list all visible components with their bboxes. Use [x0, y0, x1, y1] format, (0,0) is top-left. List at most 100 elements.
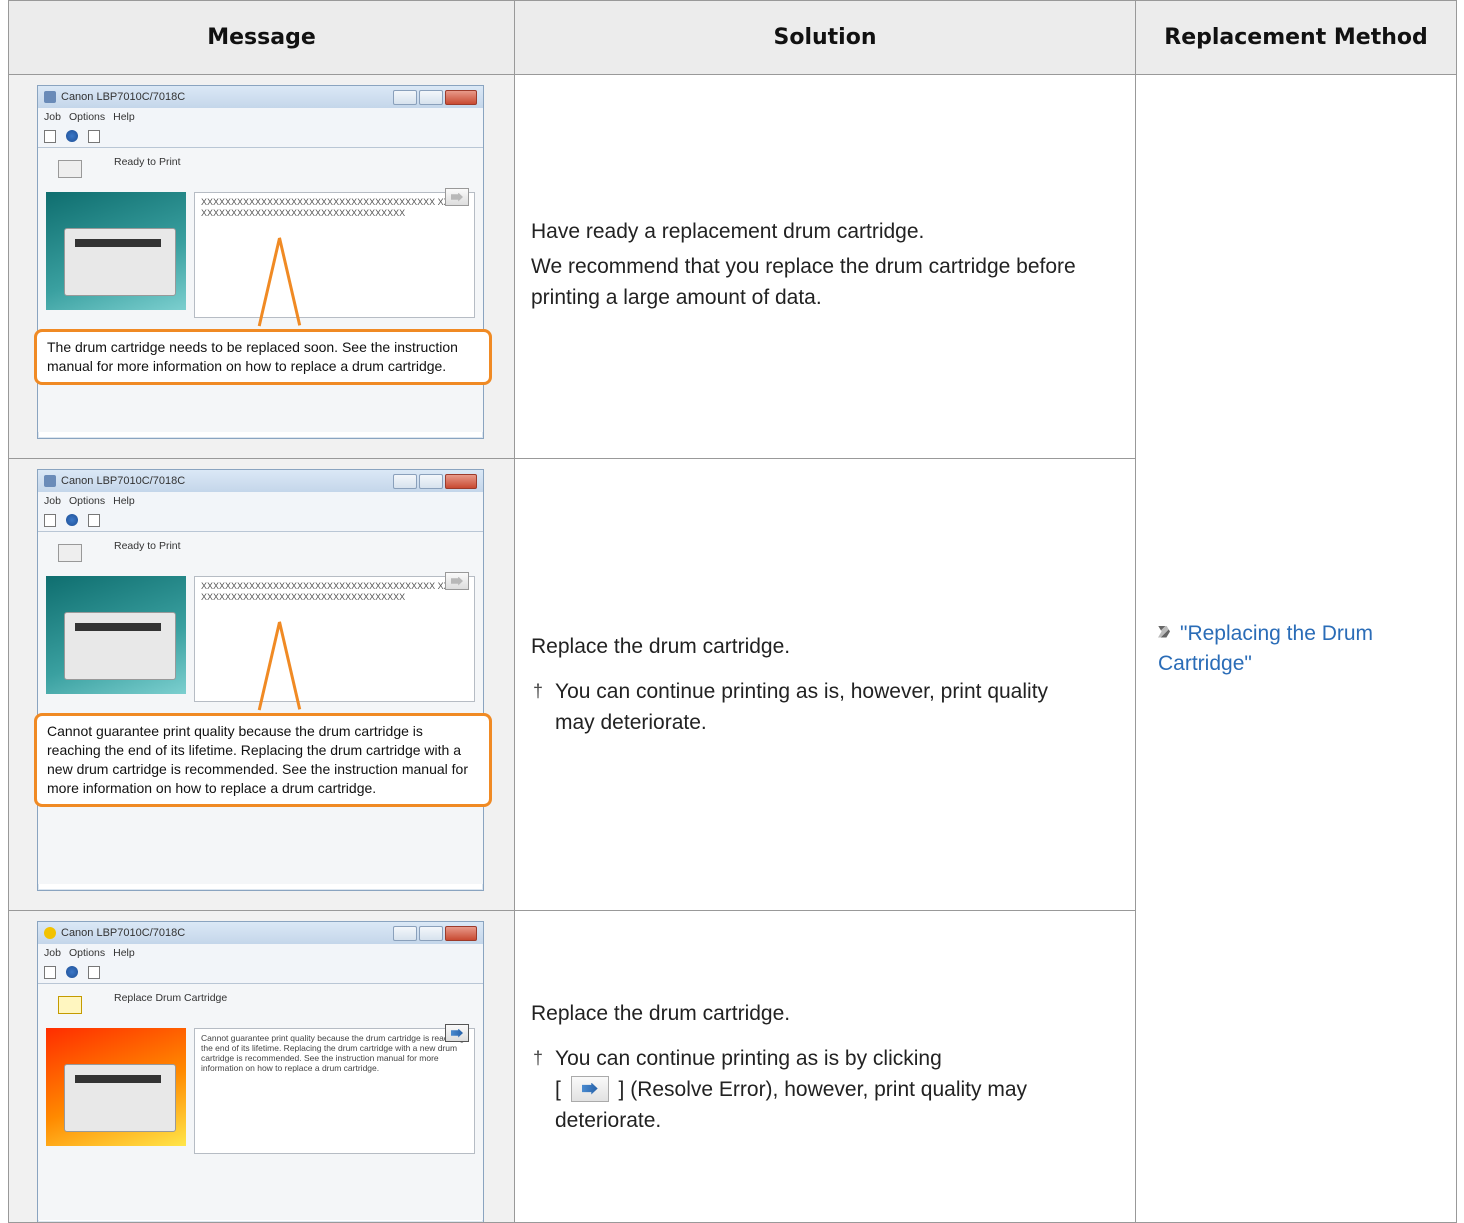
title-bar: Canon LBP7010C/7018C — [38, 86, 483, 108]
printer-icon — [58, 160, 82, 178]
settings-icon — [88, 129, 100, 143]
minimize-icon — [393, 473, 417, 489]
menu-job: Job — [44, 110, 61, 123]
maximize-icon — [419, 89, 443, 105]
header-row: Message Solution Replacement Method — [8, 0, 1457, 75]
refresh-icon — [66, 130, 78, 142]
settings-icon — [88, 513, 100, 527]
printer-status-window: Canon LBP7010C/7018C Job Options Help Re… — [34, 469, 492, 891]
warning-icon — [44, 927, 56, 939]
window-body: Ready to Print XXXXXXXXXXXXXXXXXXXXXXXXX… — [34, 147, 492, 432]
solution-cell: Replace the drum cartridge. † You can co… — [514, 458, 1136, 911]
table-row: Canon LBP7010C/7018C Job Options Help Re… — [8, 74, 1457, 1223]
note: † You can continue printing as is, howev… — [531, 676, 1135, 738]
status-line: Ready to Print — [46, 540, 475, 570]
resolve-error-icon — [445, 1024, 469, 1042]
tool-bar — [38, 509, 483, 531]
minimize-icon — [393, 925, 417, 941]
page: Message Solution Replacement Method Cano… — [8, 0, 1457, 1223]
minimize-icon — [393, 89, 417, 105]
maximize-icon — [419, 473, 443, 489]
header-message: Message — [8, 0, 515, 75]
replacing-drum-cartridge-link[interactable]: "Replacing the Drum Cartridge" — [1158, 622, 1373, 675]
document-icon — [44, 129, 56, 143]
status-text: Ready to Print — [114, 156, 181, 168]
printer-status-window: Canon LBP7010C/7018C Job Options Help Re… — [34, 85, 492, 439]
resolve-error-icon — [570, 1075, 609, 1102]
refresh-icon — [66, 966, 78, 978]
solution-text: Have ready a replacement drum cartridge. — [531, 220, 925, 243]
menu-help: Help — [113, 946, 135, 959]
printer-app-icon — [44, 91, 56, 103]
printer-image — [46, 192, 186, 310]
link-arrow-icon — [1158, 625, 1170, 638]
menu-options: Options — [68, 946, 106, 959]
note-text: You can continue printing as is, however… — [555, 680, 1049, 734]
document-icon — [44, 513, 56, 527]
tool-bar — [38, 125, 483, 147]
menu-bar: Job Options Help — [38, 108, 483, 125]
status-content: XXXXXXXXXXXXXXXXXXXXXXXXXXXXXXXXXXXXXXX … — [46, 576, 475, 702]
refresh-icon — [66, 514, 78, 526]
bracket-open: [ — [555, 1077, 561, 1101]
menu-bar: Job Options Help — [38, 492, 483, 509]
window-body: Replace Drum Cartridge Cannot guarantee … — [38, 983, 483, 1220]
note-body: You can continue printing as is by click… — [555, 1043, 1135, 1136]
resolve-error-icon — [445, 572, 469, 590]
message-cell: Canon LBP7010C/7018C Job Options Help Re… — [8, 910, 515, 1223]
printer-image — [46, 1028, 186, 1146]
message-area: XXXXXXXXXXXXXXXXXXXXXXXXXXXXXXXXXXXXXXX … — [194, 576, 475, 702]
status-text: Replace Drum Cartridge — [114, 992, 228, 1004]
menu-options: Options — [68, 110, 106, 123]
title-bar: Canon LBP7010C/7018C — [38, 922, 483, 944]
message-cell: Canon LBP7010C/7018C Job Options Help Re… — [8, 74, 515, 459]
message-area: Cannot guarantee print quality because t… — [194, 1028, 475, 1154]
window-title: Canon LBP7010C/7018C — [61, 927, 186, 939]
maximize-icon — [419, 925, 443, 941]
status-text: Ready to Print — [114, 540, 181, 552]
menu-help: Help — [113, 494, 135, 507]
window-title: Canon LBP7010C/7018C — [61, 91, 186, 103]
header-solution: Solution — [514, 0, 1136, 75]
status-line: Ready to Print — [46, 156, 475, 186]
menu-help: Help — [113, 110, 135, 123]
message-cell: Canon LBP7010C/7018C Job Options Help Re… — [8, 458, 515, 911]
window-controls — [393, 925, 477, 941]
note-text: You can continue printing as is by click… — [555, 1046, 942, 1070]
window-body: Ready to Print XXXXXXXXXXXXXXXXXXXXXXXXX… — [34, 531, 492, 884]
header-replacement-method: Replacement Method — [1135, 0, 1457, 75]
dagger-bullet: † — [533, 681, 544, 701]
status-content: Cannot guarantee print quality because t… — [46, 1028, 475, 1154]
printer-status-window: Canon LBP7010C/7018C Job Options Help Re… — [37, 921, 484, 1222]
printer-icon — [58, 544, 82, 562]
drum-messages-table: Message Solution Replacement Method Cano… — [8, 0, 1457, 1223]
menu-options: Options — [68, 494, 106, 507]
message-area: XXXXXXXXXXXXXXXXXXXXXXXXXXXXXXXXXXXXXXX … — [194, 192, 475, 318]
solution-cell: Replace the drum cartridge. † You can co… — [514, 910, 1136, 1223]
close-icon — [445, 925, 477, 941]
solution-recommendation: We recommend that you replace the drum c… — [531, 255, 1076, 309]
printer-image — [46, 576, 186, 694]
window-title: Canon LBP7010C/7018C — [61, 475, 186, 487]
solution-cell: Have ready a replacement drum cartridge.… — [514, 74, 1136, 459]
status-content: XXXXXXXXXXXXXXXXXXXXXXXXXXXXXXXXXXXXXXX … — [46, 192, 475, 318]
printer-warning-icon — [58, 996, 82, 1014]
printer-app-icon — [44, 475, 56, 487]
resolve-error-icon — [445, 188, 469, 206]
window-controls — [393, 89, 477, 105]
menu-job: Job — [44, 946, 61, 959]
menu-bar: Job Options Help — [38, 944, 483, 961]
close-icon — [445, 89, 477, 105]
close-icon — [445, 473, 477, 489]
document-icon — [44, 965, 56, 979]
window-controls — [393, 473, 477, 489]
replacement-cell: "Replacing the Drum Cartridge" — [1135, 74, 1457, 1223]
title-bar: Canon LBP7010C/7018C — [38, 470, 483, 492]
callout-box: Cannot guarantee print quality because t… — [34, 713, 492, 807]
dagger-bullet: † — [533, 1047, 544, 1068]
note: † You can continue printing as is by cli… — [531, 1043, 1135, 1136]
menu-job: Job — [44, 494, 61, 507]
settings-icon — [88, 965, 100, 979]
solution-text: Replace the drum cartridge. — [531, 635, 791, 658]
status-line: Replace Drum Cartridge — [46, 992, 475, 1022]
